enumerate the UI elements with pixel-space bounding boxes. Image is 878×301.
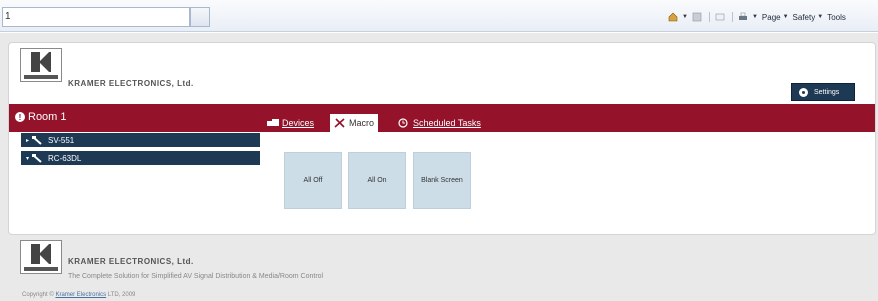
tab-devices[interactable]: Devices bbox=[263, 114, 318, 132]
safety-dropdown-icon[interactable]: ▼ bbox=[817, 14, 823, 20]
device-name: RC-63DL bbox=[48, 153, 82, 163]
feeds-icon[interactable] bbox=[692, 12, 702, 22]
settings-button[interactable]: Settings bbox=[791, 83, 855, 101]
browser-command-bar: ▼ ▼ Page ▼ Safety ▼ Tools bbox=[668, 10, 846, 24]
room-title: ! Room 1 bbox=[15, 111, 67, 123]
kramer-logo bbox=[20, 48, 62, 82]
plug-icon bbox=[32, 153, 42, 163]
macro-icon bbox=[334, 118, 345, 128]
macro-blank-screen-button[interactable]: Blank Screen bbox=[413, 152, 471, 209]
page-background: KRAMER ELECTRONICS, Ltd. Settings ! Room… bbox=[0, 33, 878, 301]
tools-menu[interactable]: Tools bbox=[827, 13, 846, 22]
toolbar-divider bbox=[708, 12, 710, 22]
page-dropdown-icon[interactable]: ▼ bbox=[783, 14, 789, 20]
tab-macro-label: Macro bbox=[349, 118, 375, 128]
company-name: KRAMER ELECTRONICS, Ltd. bbox=[68, 79, 194, 88]
home-dropdown-icon[interactable]: ▼ bbox=[682, 14, 688, 20]
kramer-link[interactable]: Kramer Electronics bbox=[55, 292, 106, 298]
toolbar-divider bbox=[731, 12, 733, 22]
info-icon[interactable]: ! bbox=[15, 112, 25, 122]
page-menu[interactable]: Page bbox=[762, 13, 781, 22]
plug-icon bbox=[32, 135, 42, 145]
devices-icon bbox=[267, 119, 279, 126]
footer-company-name: KRAMER ELECTRONICS, Ltd. bbox=[68, 257, 194, 266]
tab-scheduled-tasks-label: Scheduled Tasks bbox=[413, 118, 481, 128]
safety-menu[interactable]: Safety bbox=[793, 13, 816, 22]
tab-devices-label: Devices bbox=[282, 118, 315, 128]
browser-tab[interactable]: 1 bbox=[2, 7, 190, 27]
device-item[interactable]: ▸ SV-551 bbox=[21, 133, 260, 149]
browser-toolbar: 1 ▼ ▼ Page ▼ Safety ▼ Tools bbox=[0, 0, 878, 32]
clock-icon bbox=[398, 118, 408, 128]
copyright-prefix: Copyright © bbox=[22, 292, 54, 298]
print-icon[interactable] bbox=[738, 12, 748, 22]
device-name: SV-551 bbox=[48, 135, 75, 145]
settings-label: Settings bbox=[814, 88, 840, 96]
copyright-suffix: LTD, 2009 bbox=[107, 292, 136, 298]
tab-scheduled-tasks[interactable]: Scheduled Tasks bbox=[394, 114, 485, 132]
mail-icon[interactable] bbox=[715, 12, 725, 22]
expand-arrow-icon[interactable]: ▸ bbox=[26, 137, 29, 144]
main-panel: KRAMER ELECTRONICS, Ltd. Settings ! Room… bbox=[8, 42, 876, 235]
room-header-bar: ! Room 1 Devices Macro Scheduled Tasks bbox=[9, 104, 875, 132]
gear-icon bbox=[799, 87, 808, 97]
macro-all-on-button[interactable]: All On bbox=[348, 152, 406, 209]
footer-tagline: The Complete Solution for Simplified AV … bbox=[68, 273, 324, 280]
collapse-arrow-icon[interactable]: ▾ bbox=[26, 155, 29, 162]
print-dropdown-icon[interactable]: ▼ bbox=[752, 14, 758, 20]
device-item[interactable]: ▾ RC-63DL bbox=[21, 151, 260, 167]
device-list: ▸ SV-551 ▾ RC-63DL bbox=[21, 133, 260, 169]
tab-macro[interactable]: Macro bbox=[330, 114, 379, 132]
new-tab-button[interactable] bbox=[190, 7, 210, 27]
macro-all-off-button[interactable]: All Off bbox=[284, 152, 342, 209]
room-title-label: Room 1 bbox=[28, 111, 67, 123]
browser-tab-title: 1 bbox=[5, 11, 11, 22]
footer-copyright: Copyright © Kramer Electronics LTD, 2009 bbox=[22, 292, 135, 298]
footer-kramer-logo bbox=[20, 240, 62, 274]
home-icon[interactable] bbox=[668, 12, 678, 22]
